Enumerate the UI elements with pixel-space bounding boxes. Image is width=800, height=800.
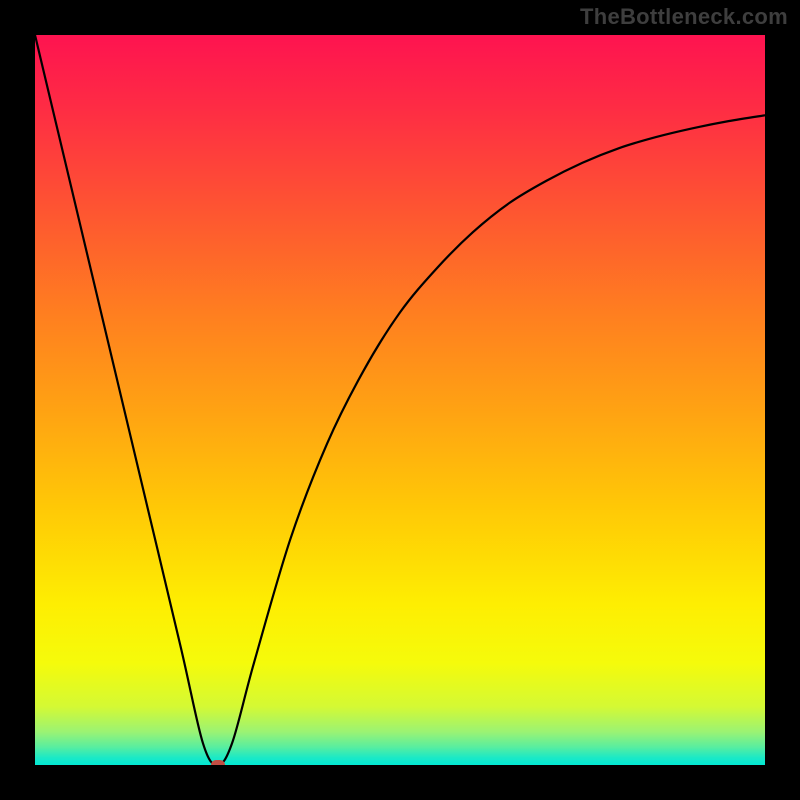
- curve-svg: [35, 35, 765, 765]
- watermark-text: TheBottleneck.com: [580, 4, 788, 30]
- current-config-marker: [211, 760, 225, 765]
- plot-area: [35, 35, 765, 765]
- chart-container: TheBottleneck.com: [0, 0, 800, 800]
- bottleneck-curve: [35, 35, 765, 765]
